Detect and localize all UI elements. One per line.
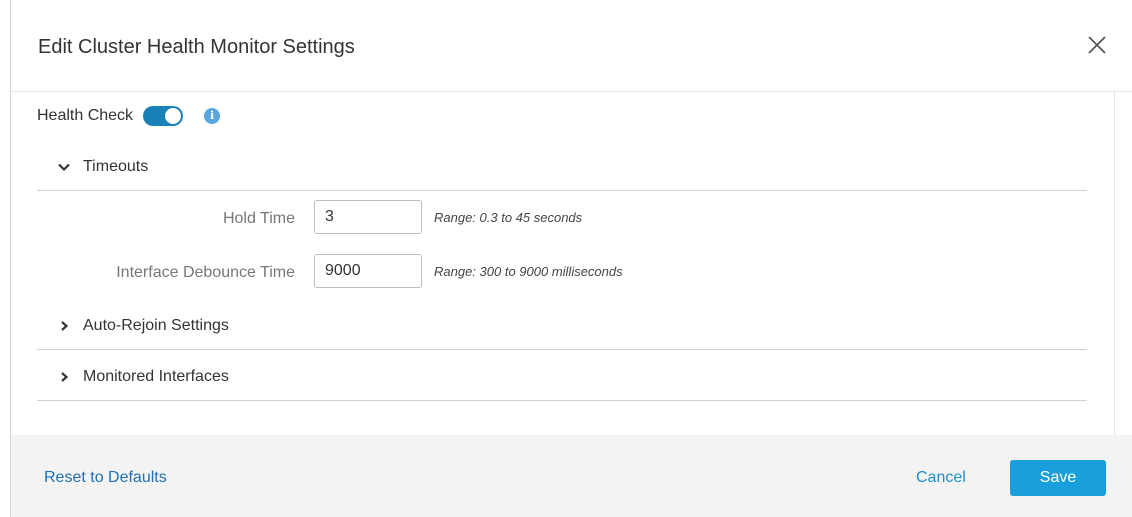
dialog-footer: Reset to Defaults Cancel Save — [11, 435, 1132, 517]
monitored-interfaces-toggle[interactable]: Monitored Interfaces — [57, 368, 229, 386]
dialog-title: Edit Cluster Health Monitor Settings — [38, 36, 355, 58]
reset-to-defaults-link[interactable]: Reset to Defaults — [44, 469, 167, 487]
health-check-row: Health Check i — [37, 104, 221, 128]
close-icon — [1088, 36, 1106, 54]
monitored-interfaces-section: Monitored Interfaces — [37, 350, 1087, 401]
chevron-down-icon — [57, 160, 71, 174]
timeouts-toggle[interactable]: Timeouts — [57, 158, 148, 176]
debounce-time-input[interactable] — [314, 254, 422, 288]
health-check-toggle[interactable] — [143, 106, 184, 126]
cancel-button[interactable]: Cancel — [916, 469, 966, 487]
debounce-time-hint: Range: 300 to 9000 milliseconds — [434, 264, 623, 279]
timeouts-label: Timeouts — [83, 158, 149, 175]
toggle-knob — [164, 107, 183, 125]
save-button[interactable]: Save — [1010, 460, 1106, 496]
dialog-header: Edit Cluster Health Monitor Settings — [11, 0, 1132, 92]
edit-cluster-health-dialog: Edit Cluster Health Monitor Settings Hea… — [10, 0, 1132, 517]
dialog-body: Health Check i Timeouts Hold Time Range:… — [11, 92, 1115, 435]
hold-time-hint: Range: 0.3 to 45 seconds — [434, 210, 583, 225]
hold-time-label: Hold Time — [222, 210, 295, 227]
auto-rejoin-toggle[interactable]: Auto-Rejoin Settings — [57, 317, 229, 335]
debounce-time-label: Interface Debounce Time — [116, 264, 295, 281]
auto-rejoin-label: Auto-Rejoin Settings — [83, 317, 229, 334]
chevron-right-icon — [57, 370, 71, 384]
monitored-interfaces-label: Monitored Interfaces — [83, 368, 229, 385]
timeouts-section: Timeouts — [37, 148, 1087, 191]
health-check-label: Health Check — [37, 107, 134, 124]
auto-rejoin-section: Auto-Rejoin Settings — [37, 306, 1087, 350]
close-button[interactable] — [1086, 34, 1108, 56]
hold-time-input[interactable] — [314, 200, 422, 234]
info-icon[interactable]: i — [204, 108, 221, 124]
chevron-right-icon — [57, 319, 71, 333]
